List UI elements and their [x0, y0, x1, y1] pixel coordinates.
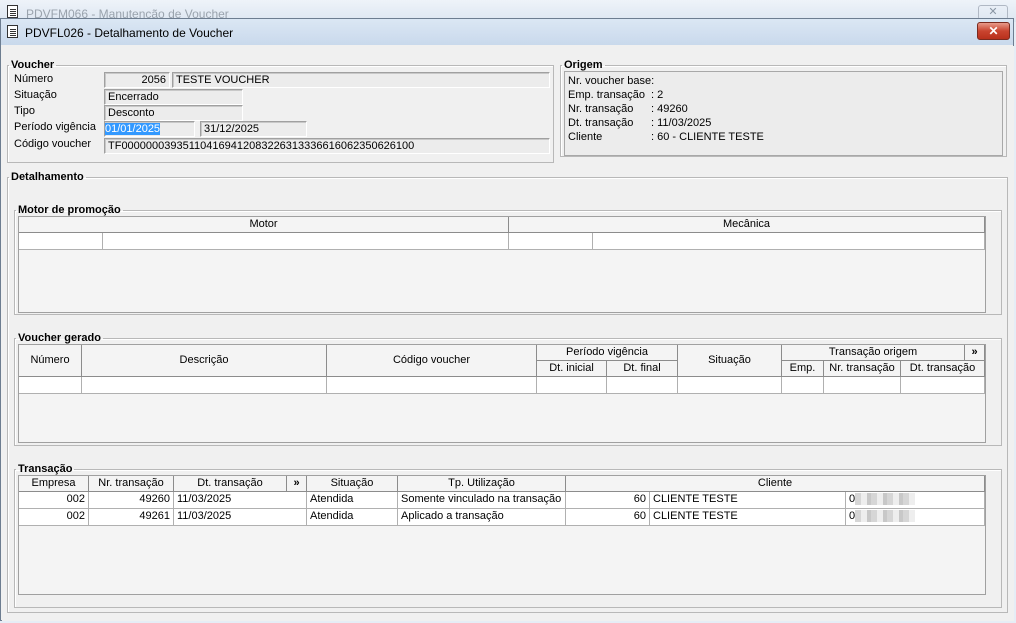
voucher-gerado-group: Voucher gerado Número Descrição Código v… — [14, 332, 1002, 446]
origem-panel: Nr. voucher base: Emp. transação : 2 Nr.… — [564, 71, 1003, 156]
nr-transacao-value: : 49260 — [651, 103, 688, 115]
periodo-fim-field[interactable]: 31/12/2025 — [200, 121, 307, 137]
motor-promocao-group: Motor de promoção Motor Mecânica — [14, 204, 1002, 315]
table-cell[interactable] — [327, 377, 537, 394]
table-cell[interactable] — [782, 377, 824, 394]
dt-transacao-value: : 11/03/2025 — [651, 117, 712, 129]
table-cell[interactable] — [82, 377, 327, 394]
redacted-text — [855, 510, 916, 523]
situacao-label: Situação — [14, 89, 57, 101]
codigo-voucher-column-header[interactable]: Código voucher — [327, 345, 537, 377]
table-cell-nr-transacao[interactable]: 49261 — [89, 509, 174, 526]
table-cell[interactable] — [824, 377, 901, 394]
table-cell[interactable] — [103, 233, 509, 250]
redacted-text — [855, 493, 916, 506]
origem-legend: Origem — [564, 59, 603, 71]
table-cell[interactable] — [901, 377, 985, 394]
table-cell-empresa[interactable]: 002 — [19, 492, 89, 509]
table-cell[interactable] — [607, 377, 678, 394]
numero-field[interactable]: 2056 — [104, 72, 170, 88]
transacao-grid: Empresa Nr. transação Dt. transação » Si… — [18, 475, 986, 595]
periodo-label: Período vigência — [14, 121, 96, 133]
window-title: PDVFL026 - Detalhamento de Voucher — [25, 26, 234, 40]
codigo-voucher-field[interactable]: TF00000003935110416941208322631333661606… — [104, 138, 550, 154]
table-cell-empresa[interactable]: 002 — [19, 509, 89, 526]
motor-column-header[interactable]: Motor — [19, 217, 509, 233]
voucher-legend: Voucher — [11, 59, 55, 71]
tipo-field[interactable]: Desconto — [104, 105, 243, 121]
tipo-label: Tipo — [14, 105, 35, 117]
numero-label: Número — [14, 73, 54, 85]
table-cell-dt-transacao[interactable]: 11/03/2025 — [174, 509, 307, 526]
table-cell[interactable] — [593, 233, 985, 250]
transacao-origem-column-header[interactable]: Transação origem — [782, 345, 965, 361]
motor-grid: Motor Mecânica — [18, 216, 986, 313]
situacao-column-header[interactable]: Situação — [307, 476, 398, 492]
periodo-inicio-field[interactable]: 01/01/2025 — [104, 121, 195, 137]
emp-transacao-value: : 2 — [651, 89, 664, 101]
emp-transacao-label: Emp. transação — [568, 89, 646, 101]
nr-transacao-label: Nr. transação — [568, 103, 634, 115]
table-cell-documento[interactable]: 0 — [846, 509, 985, 526]
table-cell-tp-utilizacao[interactable]: Somente vinculado na transação — [398, 492, 566, 509]
title-bar[interactable]: PDVFL026 - Detalhamento de Voucher ✕ — [1, 19, 1013, 45]
table-cell-cliente-codigo[interactable]: 60 — [566, 492, 650, 509]
dt-inicial-column-header[interactable]: Dt. inicial — [537, 361, 607, 377]
voucher-gerado-legend: Voucher gerado — [18, 332, 101, 344]
expand-columns-button[interactable]: » — [965, 345, 985, 361]
cliente-label: Cliente — [568, 131, 603, 143]
table-cell-tp-utilizacao[interactable]: Aplicado a transação — [398, 509, 566, 526]
table-cell-situacao[interactable]: Atendida — [307, 492, 398, 509]
close-button[interactable]: ✕ — [977, 22, 1010, 40]
tp-utilizacao-column-header[interactable]: Tp. Utilização — [398, 476, 566, 492]
nr-voucher-base-label: Nr. voucher base: — [568, 75, 655, 87]
situacao-column-header[interactable]: Situação — [678, 345, 782, 377]
empresa-column-header[interactable]: Empresa — [19, 476, 89, 492]
table-cell-cliente-codigo[interactable]: 60 — [566, 509, 650, 526]
cliente-column-header[interactable]: Cliente — [566, 476, 985, 492]
periodo-vigencia-column-header[interactable]: Período vigência — [537, 345, 678, 361]
voucher-detail-window: PDVFL026 - Detalhamento de Voucher ✕ Vou… — [0, 18, 1014, 621]
emp-column-header[interactable]: Emp. — [782, 361, 824, 377]
nr-transacao-column-header[interactable]: Nr. transação — [824, 361, 901, 377]
mecanica-column-header[interactable]: Mecânica — [509, 217, 985, 233]
document-icon — [7, 25, 18, 38]
dt-transacao-column-header[interactable]: Dt. transação — [174, 476, 287, 492]
descricao-column-header[interactable]: Descrição — [82, 345, 327, 377]
cliente-value: : 60 - CLIENTE TESTE — [651, 131, 764, 143]
window-content: Voucher Número 2056 TESTE VOUCHER Situaç… — [2, 46, 1014, 621]
table-cell-nr-transacao[interactable]: 49260 — [89, 492, 174, 509]
table-cell-cliente-nome[interactable]: CLIENTE TESTE — [650, 509, 846, 526]
table-cell[interactable] — [19, 377, 82, 394]
transacao-group: Transação Empresa Nr. transação Dt. tran… — [14, 463, 1002, 608]
codigo-voucher-label: Código voucher — [14, 138, 92, 150]
numero-column-header[interactable]: Número — [19, 345, 82, 377]
table-cell-documento[interactable]: 0 — [846, 492, 985, 509]
table-cell[interactable] — [678, 377, 782, 394]
dt-transacao-column-header[interactable]: Dt. transação — [901, 361, 985, 377]
expand-columns-button[interactable]: » — [287, 476, 307, 492]
detalhamento-legend: Detalhamento — [11, 171, 84, 183]
motor-promocao-legend: Motor de promoção — [18, 204, 121, 216]
table-cell-situacao[interactable]: Atendida — [307, 509, 398, 526]
table-cell-cliente-nome[interactable]: CLIENTE TESTE — [650, 492, 846, 509]
document-icon — [7, 5, 18, 18]
table-cell[interactable] — [537, 377, 607, 394]
dt-final-column-header[interactable]: Dt. final — [607, 361, 678, 377]
voucher-gerado-grid: Número Descrição Código voucher Período … — [18, 344, 986, 443]
transacao-legend: Transação — [18, 463, 73, 475]
origem-group: Origem Nr. voucher base: Emp. transação … — [560, 59, 1007, 157]
nr-transacao-column-header[interactable]: Nr. transação — [89, 476, 174, 492]
detalhamento-group: Detalhamento Motor de promoção Motor Mec… — [7, 171, 1008, 613]
table-cell[interactable] — [19, 233, 103, 250]
table-cell[interactable] — [509, 233, 593, 250]
situacao-field[interactable]: Encerrado — [104, 89, 243, 105]
selected-text: 01/01/2025 — [105, 123, 161, 135]
descricao-field[interactable]: TESTE VOUCHER — [172, 72, 550, 88]
voucher-group: Voucher Número 2056 TESTE VOUCHER Situaç… — [7, 59, 554, 163]
dt-transacao-label: Dt. transação — [568, 117, 634, 129]
table-cell-dt-transacao[interactable]: 11/03/2025 — [174, 492, 307, 509]
